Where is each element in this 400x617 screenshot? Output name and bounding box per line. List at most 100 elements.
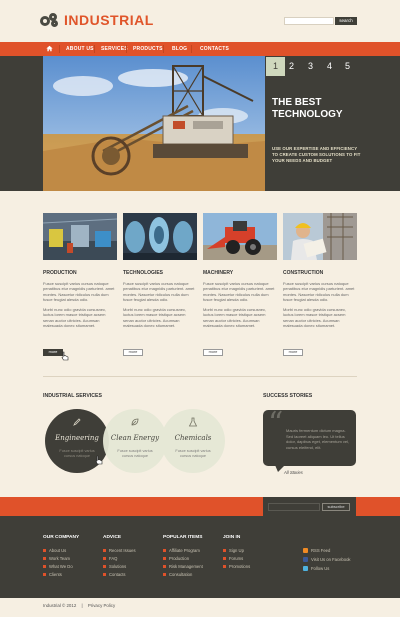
nav-separator (94, 45, 95, 53)
privacy-policy-link[interactable]: Privacy Policy (88, 603, 115, 608)
footer-title: POPULAR ITEMS (163, 535, 203, 540)
footer-link-label: Sign Up (229, 548, 244, 553)
leaf-icon (131, 418, 139, 426)
service-text: Fusce suscipit varius cursus natoque (59, 449, 95, 458)
footer-link[interactable]: FAQ (103, 556, 117, 561)
footer-link[interactable]: Affiliate Program (163, 548, 200, 553)
footer-link-label: Solutions (109, 564, 127, 569)
more-button-technologies[interactable]: more (123, 349, 143, 356)
nav-item-contacts[interactable]: CONTACTS (200, 42, 229, 56)
footer-link-label: FAQ (109, 556, 118, 561)
more-button-production[interactable]: more (43, 349, 63, 356)
slide-tab-5[interactable]: 5 (338, 57, 357, 76)
footer-title: OUR COMPANY (43, 535, 80, 540)
success-title: SUCCESS STORIES (263, 393, 313, 399)
slide-tab-3[interactable]: 3 (301, 57, 320, 76)
technologies-image (123, 213, 197, 260)
nav-item-about[interactable]: ABOUT US (66, 42, 94, 56)
card-paragraph: Morbi nunc odio gravida cursusnec, luctu… (283, 307, 347, 329)
footer-link[interactable]: Clients (43, 572, 62, 577)
nav-separator (126, 45, 127, 53)
card-text: Fusce suscipit varius cursus natoque pen… (123, 281, 197, 328)
service-chemicals[interactable]: Chemicals Fusce suscipit varius cursus n… (161, 409, 225, 473)
footer-link-label: Risk Management (169, 564, 203, 569)
copyright: Industrial © 2012 (43, 603, 77, 608)
quote-icon: “ (268, 406, 284, 441)
rss-icon (303, 548, 308, 553)
card-text: Fusce suscipit varius cursus natoque pen… (203, 281, 277, 328)
footer-link[interactable]: Work Team (43, 556, 70, 561)
home-icon[interactable] (46, 45, 53, 52)
nav-item-blog[interactable]: BLOG (172, 42, 187, 56)
search-button[interactable]: search (335, 17, 357, 25)
service-clean-energy[interactable]: Clean Energy Fusce suscipit varius cursu… (103, 409, 167, 473)
hand-cursor-icon (61, 351, 69, 361)
gear-icon (40, 13, 60, 27)
footer-link[interactable]: Consultation (163, 572, 192, 577)
footer-link[interactable]: Contacts (103, 572, 126, 577)
bullet-icon (43, 557, 46, 560)
footer-link-label: Work Team (49, 556, 71, 561)
all-stories-link[interactable]: All Stories (284, 470, 303, 475)
social-label: Follow Us (311, 566, 330, 571)
logo[interactable]: INDUSTRIAL (40, 12, 154, 28)
subscribe-input[interactable] (268, 503, 320, 511)
footer-link[interactable]: Production (163, 556, 189, 561)
services-title: INDUSTRIAL SERVICES (43, 393, 102, 399)
production-image (43, 213, 117, 260)
section-divider (43, 376, 357, 377)
footer-link-label: What We Do (49, 564, 73, 569)
search-input[interactable] (284, 17, 334, 25)
footer-link[interactable]: Risk Management (163, 564, 203, 569)
facebook-icon (303, 557, 308, 562)
footer-link-label: Consultation (169, 572, 193, 577)
bullet-icon (43, 565, 46, 568)
subscribe-button[interactable]: subscribe (322, 503, 350, 511)
nav-item-products[interactable]: PRODUCTS (133, 42, 163, 56)
bullet-icon (43, 549, 46, 552)
footer-link[interactable]: Solutions (103, 564, 126, 569)
more-button-machinery[interactable]: more (203, 349, 223, 356)
bullet-icon (163, 573, 166, 576)
card-paragraph: Fusce suscipit varius cursus natoque pen… (283, 281, 355, 302)
hero-title-line2: TECHNOLOGY (272, 109, 343, 120)
slide-tab-4[interactable]: 4 (320, 57, 339, 76)
footer-link-label: Affiliate Program (169, 548, 200, 553)
footer-link[interactable]: Forums (223, 556, 243, 561)
card-paragraph: Fusce suscipit varius cursus natoque pen… (43, 281, 115, 302)
twitter-icon (303, 566, 308, 571)
nav-item-services[interactable]: SERVICES (101, 42, 128, 56)
bullet-icon (103, 549, 106, 552)
twitter-link[interactable]: Follow Us (303, 566, 329, 571)
testimonial-text: Mauris fermentum dictum magna. Sed laore… (286, 428, 350, 450)
footer-link-label: Promotions (229, 564, 251, 569)
service-text: Fusce suscipit varius cursus natoque (117, 449, 153, 458)
footer-link[interactable]: Sign Up (223, 548, 244, 553)
nav-separator (163, 45, 164, 53)
facebook-link[interactable]: Visit Us on Facebook (303, 557, 351, 562)
pencil-icon (73, 418, 81, 426)
card-paragraph: Morbi nunc odio gravida cursusnec, luctu… (203, 307, 267, 329)
bullet-icon (103, 557, 106, 560)
machinery-image (203, 213, 277, 260)
footer-link[interactable]: Recent Issues (103, 548, 136, 553)
hero-title-line1: THE BEST (272, 97, 322, 108)
footer-link[interactable]: What We Do (43, 564, 73, 569)
card-title-machinery: MACHINERY (203, 270, 234, 276)
bullet-icon (103, 565, 106, 568)
slide-tab-2[interactable]: 2 (282, 57, 301, 76)
card-title-construction: CONSTRUCTION (283, 270, 324, 276)
rss-link[interactable]: RSS Feed (303, 548, 330, 553)
separator: | (81, 603, 83, 608)
footer-link[interactable]: Promotions (223, 564, 250, 569)
service-name: Engineering (55, 434, 99, 442)
bullet-icon (163, 565, 166, 568)
more-button-construction[interactable]: more (283, 349, 303, 356)
service-name: Chemicals (174, 434, 212, 442)
card-paragraph: Fusce suscipit varius cursus natoque pen… (123, 281, 195, 302)
bullet-icon (223, 565, 226, 568)
footer-link-label: Recent Issues (109, 548, 136, 553)
footer-link[interactable]: About Us (43, 548, 66, 553)
bullet-icon (223, 549, 226, 552)
flask-icon (188, 417, 198, 427)
